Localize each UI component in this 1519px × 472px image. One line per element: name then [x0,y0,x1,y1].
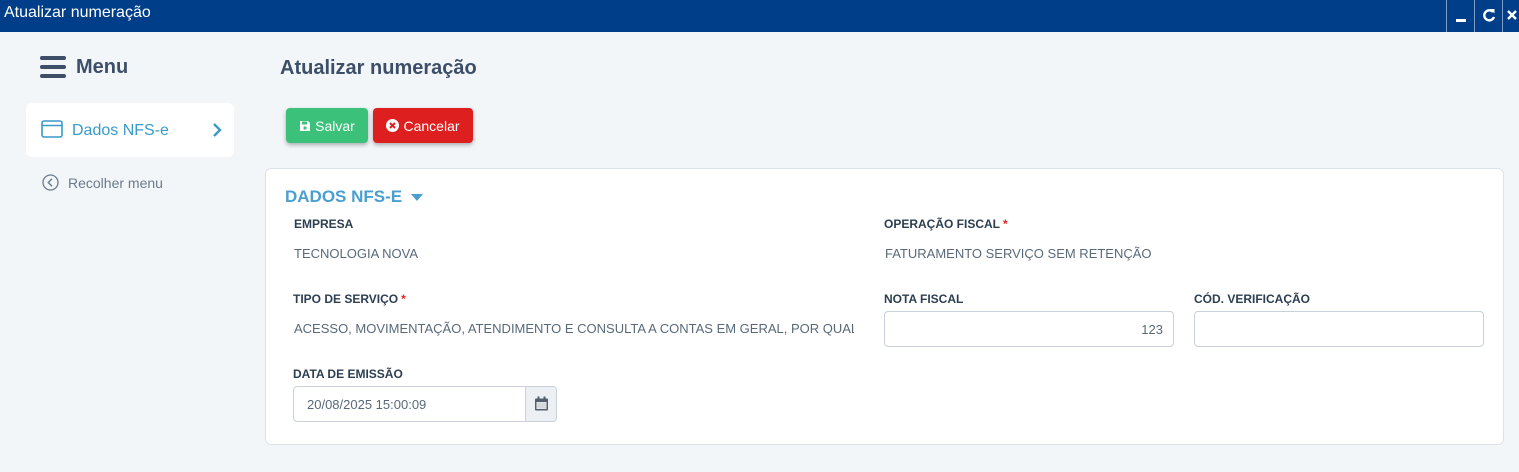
section-header[interactable]: DADOS NFS-E [285,187,424,207]
empresa-label: EMPRESA [294,217,354,231]
page-title: Atualizar numeração [280,57,477,79]
refresh-icon [1483,9,1496,22]
cancel-icon [386,119,400,132]
data-emissao-field[interactable]: 20/08/2025 15:00:09 [293,386,557,422]
save-button[interactable]: Salvar [286,108,368,143]
collapse-menu-button[interactable]: Recolher menu [42,174,163,191]
operacao-fiscal-label: OPERAÇÃO FISCAL * [884,217,1008,231]
title-bar: Atualizar numeração [0,0,1519,32]
menu-title: Menu [76,55,129,78]
minimize-button[interactable] [1446,0,1474,32]
empresa-value: TECNOLOGIA NOVA [294,246,419,261]
operacao-fiscal-value: FATURAMENTO SERVIÇO SEM RETENÇÃO [885,246,1152,261]
hamburger-icon [40,56,66,78]
data-emissao-value[interactable]: 20/08/2025 15:00:09 [307,397,426,412]
menu-toggle[interactable]: Menu [40,54,128,80]
close-icon [1507,10,1517,20]
dados-nfse-panel: DADOS NFS-E EMPRESA TECNOLOGIA NOVA OPER… [265,168,1504,445]
nota-fiscal-label: NOTA FISCAL [884,292,964,306]
save-button-label: Salvar [315,117,355,134]
window-title: Atualizar numeração [4,4,151,21]
sidebar-item-label: Dados NFS-e [72,122,169,139]
tipo-servico-value: ACESSO, MOVIMENTAÇÃO, ATENDIMENTO E CONS… [294,321,854,336]
calendar-icon [535,396,548,411]
section-title: DADOS NFS-E [285,187,403,206]
tipo-servico-label: TIPO DE SERVIÇO * [293,292,406,306]
chevron-right-icon [213,123,222,137]
cancel-button[interactable]: Cancelar [373,108,473,143]
window-icon [41,120,63,138]
nota-fiscal-input[interactable]: 123 [884,311,1174,347]
close-button[interactable] [1502,0,1519,32]
required-mark: * [1003,217,1008,231]
calendar-button[interactable] [525,387,556,421]
collapse-menu-label: Recolher menu [68,174,163,191]
required-mark: * [401,292,406,306]
save-icon [300,120,311,131]
cod-verificacao-input[interactable] [1194,311,1484,347]
data-emissao-label: DATA DE EMISSÃO [293,367,403,381]
cod-verificacao-label: CÓD. VERIFICAÇÃO [1194,292,1311,306]
cancel-button-label: Cancelar [403,117,460,134]
minimize-icon [1456,19,1466,22]
sidebar-item-dados-nfse[interactable]: Dados NFS-e [26,103,234,157]
arrow-left-circle-icon [42,174,59,191]
sidebar: Menu Dados NFS-e Recolher menu [0,32,250,472]
caret-down-icon [411,194,424,201]
refresh-button[interactable] [1474,0,1502,32]
